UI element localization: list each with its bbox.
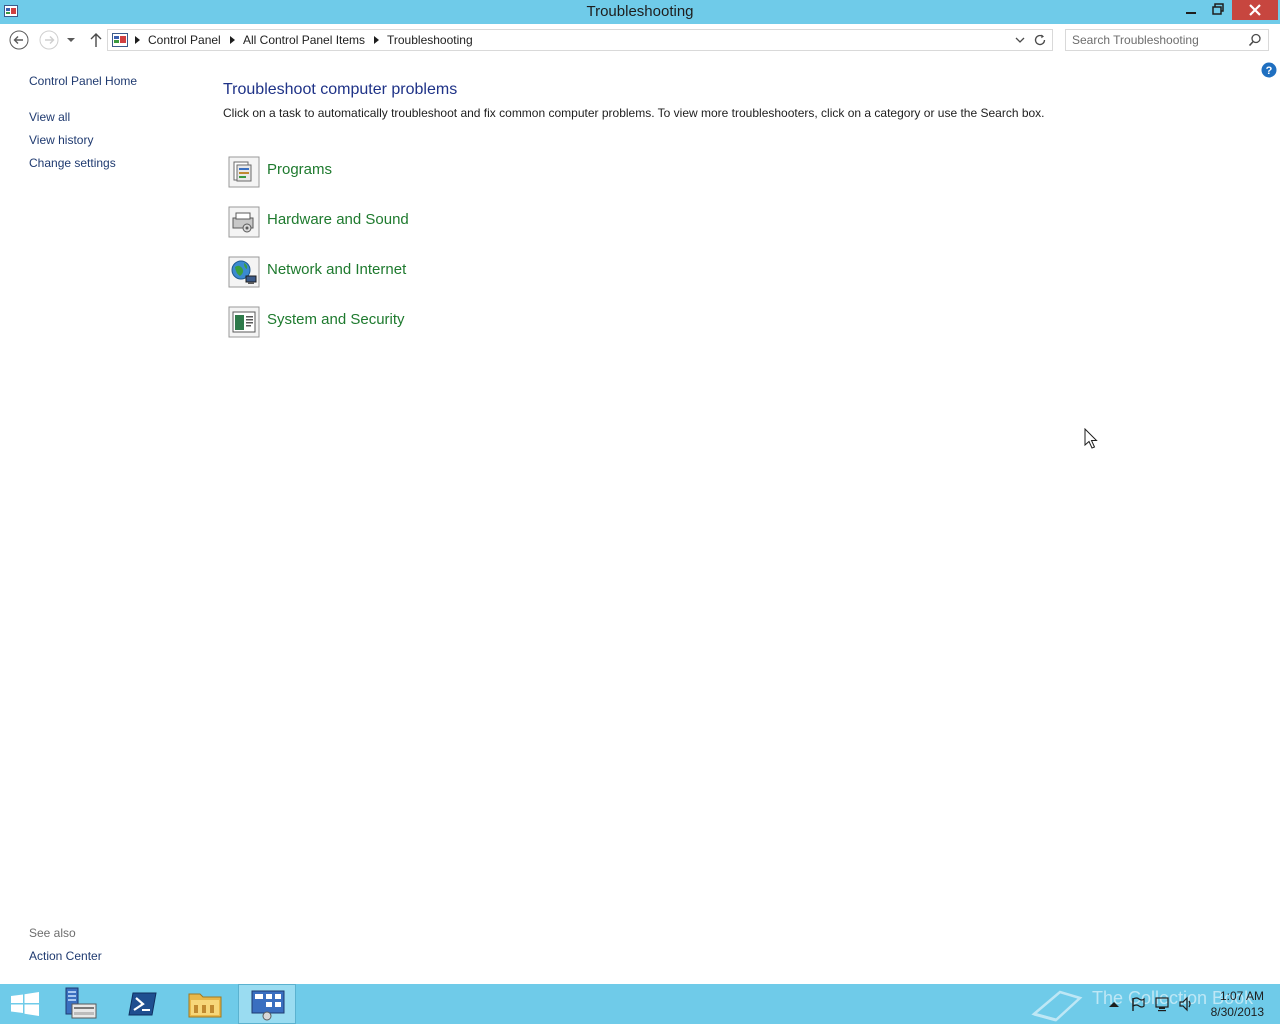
minimize-button[interactable] [1178,0,1204,20]
action-center-link[interactable]: Action Center [29,949,102,963]
file-explorer-button[interactable] [176,984,234,1024]
network-status-icon[interactable] [1154,996,1170,1012]
back-arrow-icon[interactable] [8,29,30,51]
control-panel-icon [251,990,285,1021]
restore-button[interactable] [1205,0,1231,20]
breadcrumb-separator-icon[interactable] [230,36,236,44]
help-icon[interactable]: ? [1261,62,1277,78]
taskbar: The Collection Book 1:07 AM 8/30/2013 [0,984,1280,1024]
show-hidden-icons-chevron-icon[interactable] [1106,996,1122,1012]
category-network-and-internet[interactable]: Network and Internet [228,256,628,288]
up-arrow-icon[interactable] [85,29,107,51]
windows-logo-icon [11,992,39,1016]
window-title: Troubleshooting [586,3,694,20]
clock-date[interactable]: 8/30/2013 [1211,1005,1264,1019]
powershell-button[interactable] [114,984,172,1024]
page-title: Troubleshoot computer problems [223,81,458,98]
programs-icon [228,156,260,188]
category-hardware-and-sound-label[interactable]: Hardware and Sound [267,211,409,228]
breadcrumb-separator-icon[interactable] [374,36,380,44]
search-icon[interactable] [1248,33,1262,47]
control-panel-taskbar-button[interactable] [238,984,296,1024]
category-network-and-internet-label[interactable]: Network and Internet [267,261,406,278]
close-button[interactable] [1232,0,1278,20]
breadcrumb-separator-icon[interactable] [135,36,141,44]
network-internet-icon [228,256,260,288]
refresh-icon[interactable] [1033,33,1047,47]
powershell-icon [128,992,157,1016]
minimize-icon [1186,12,1196,14]
system-security-icon [228,306,260,338]
address-history-chevron-icon[interactable] [1014,34,1026,46]
navigation-bar: Control Panel All Control Panel Items Tr… [0,24,1280,58]
close-icon [1249,4,1261,16]
breadcrumb-all-control-panel-items[interactable]: All Control Panel Items [243,30,365,50]
action-center-flag-icon[interactable] [1130,996,1146,1012]
recent-locations-chevron-icon[interactable] [63,29,79,51]
search-box[interactable] [1065,29,1269,51]
search-input[interactable] [1066,30,1244,50]
server-manager-button[interactable] [52,984,110,1024]
hardware-sound-icon [228,206,260,238]
control-panel-home-link[interactable]: Control Panel Home [29,74,137,88]
view-all-link[interactable]: View all [29,110,70,124]
category-programs-label[interactable]: Programs [267,161,332,178]
breadcrumb-control-panel[interactable]: Control Panel [148,30,221,50]
category-hardware-and-sound[interactable]: Hardware and Sound [228,206,628,238]
mouse-pointer-icon [1084,428,1098,449]
control-panel-location-icon [112,33,128,47]
category-programs[interactable]: Programs [228,156,628,188]
forward-arrow-icon[interactable] [38,29,60,51]
title-bar: Troubleshooting [0,0,1280,24]
start-button[interactable] [0,984,58,1024]
category-system-and-security[interactable]: System and Security [228,306,628,338]
clock-time[interactable]: 1:07 AM [1220,989,1264,1003]
svg-text:?: ? [1266,65,1273,77]
volume-icon[interactable] [1178,996,1194,1012]
category-system-and-security-label[interactable]: System and Security [267,311,405,328]
address-bar[interactable]: Control Panel All Control Panel Items Tr… [107,29,1053,51]
restore-icon [1212,3,1224,15]
folder-icon [188,993,222,1018]
server-manager-icon [65,987,97,1019]
see-also-label: See also [29,926,76,940]
change-settings-link[interactable]: Change settings [29,156,116,170]
page-description: Click on a task to automatically trouble… [223,106,1045,120]
view-history-link[interactable]: View history [29,133,93,147]
breadcrumb-troubleshooting[interactable]: Troubleshooting [387,30,473,50]
book-logo-icon [1031,990,1083,1022]
